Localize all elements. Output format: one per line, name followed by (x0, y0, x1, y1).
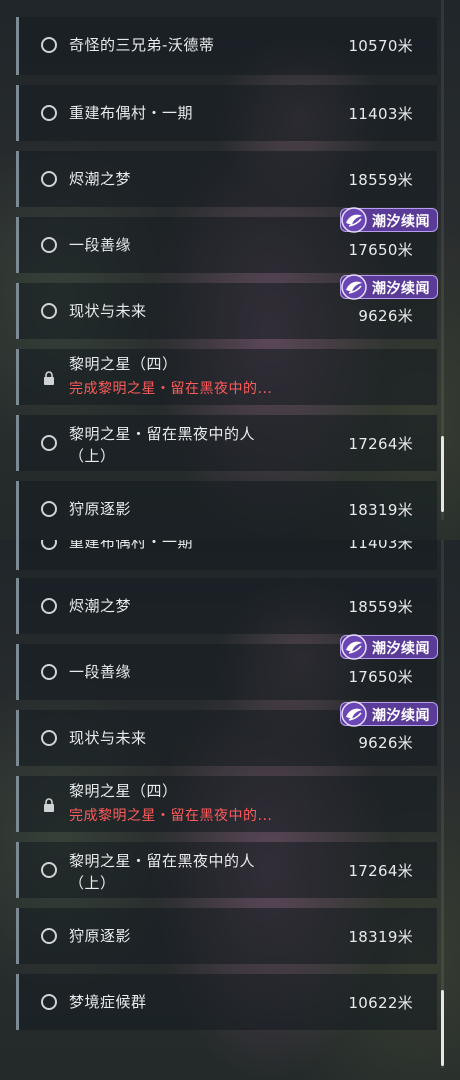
quest-row-locked[interactable]: 黎明之星（四） 完成黎明之星・留在黑夜中的... (16, 776, 437, 832)
quest-name: 一段善缘 (69, 236, 132, 254)
radio-circle-icon (41, 303, 57, 319)
radio-circle-icon (41, 598, 57, 614)
quest-list-panel-bottom: 重建布偶村・一期 11403米 烬潮之梦 18559米 一段善缘 17650米 … (0, 540, 460, 1080)
lock-icon (44, 798, 54, 812)
quest-name: 梦境症候群 (69, 993, 147, 1011)
tag-label: 潮汐续闻 (372, 281, 430, 297)
quest-name: 重建布偶村・一期 (69, 104, 194, 122)
quest-distance: 10570米 (348, 37, 413, 55)
quest-name: 现状与未来 (69, 729, 147, 747)
radio-circle-icon (41, 105, 57, 121)
quest-distance: 11403米 (348, 540, 413, 552)
quest-distance: 18319米 (348, 501, 413, 519)
radio-circle-icon (41, 171, 57, 187)
quest-name: 现状与未来 (69, 302, 147, 320)
tag-label: 潮汐续闻 (372, 708, 430, 724)
quest-distance: 18559米 (348, 171, 413, 189)
tidal-swirl-icon (341, 207, 367, 233)
scrollbar-thumb[interactable] (441, 436, 444, 512)
tag-label: 潮汐续闻 (372, 641, 430, 657)
quest-name: 黎明之星・留在黑夜中的人（上） (69, 425, 256, 465)
quest-distance: 18559米 (348, 598, 413, 616)
tidal-tag-badge: 潮汐续闻 (340, 274, 438, 300)
quest-distance: 17650米 (348, 241, 413, 259)
tidal-swirl-icon (341, 634, 367, 660)
radio-circle-icon (41, 540, 57, 550)
quest-name: 黎明之星（四） (69, 355, 178, 373)
quest-distance: 10622米 (348, 994, 413, 1012)
quest-name: 黎明之星（四） (69, 782, 178, 800)
unlock-requirement: 完成黎明之星・留在黑夜中的... (69, 381, 273, 397)
quest-name: 黎明之星・留在黑夜中的人（上） (69, 852, 256, 892)
quest-distance: 18319米 (348, 928, 413, 946)
quest-row[interactable]: 黎明之星・留在黑夜中的人（上） 17264米 (16, 842, 437, 898)
quest-name: 奇怪的三兄弟-沃德蒂 (69, 36, 215, 54)
quest-row-locked[interactable]: 黎明之星（四） 完成黎明之星・留在黑夜中的... (16, 349, 437, 405)
quest-name: 狩原逐影 (69, 500, 132, 518)
quest-row[interactable]: 梦境症候群 10622米 (16, 974, 437, 1030)
quest-name: 重建布偶村・一期 (69, 540, 194, 551)
tag-label: 潮汐续闻 (372, 214, 430, 230)
tidal-tag-badge: 潮汐续闻 (340, 701, 438, 727)
quest-distance: 17264米 (348, 435, 413, 453)
quest-row[interactable]: 狩原逐影 18319米 (16, 481, 437, 540)
tidal-swirl-icon (341, 274, 367, 300)
unlock-requirement: 完成黎明之星・留在黑夜中的... (69, 808, 273, 824)
radio-circle-icon (41, 37, 57, 53)
tidal-tag-badge: 潮汐续闻 (340, 207, 438, 233)
radio-circle-icon (41, 435, 57, 451)
scroll-track (441, 540, 444, 1068)
quest-distance: 17650米 (348, 668, 413, 686)
quest-row[interactable]: 黎明之星・留在黑夜中的人（上） 17264米 (16, 415, 437, 471)
quest-name: 狩原逐影 (69, 927, 132, 945)
quest-row[interactable]: 重建布偶村・一期 11403米 (16, 540, 437, 570)
scrollbar-thumb[interactable] (441, 990, 444, 1066)
quest-row[interactable]: 重建布偶村・一期 11403米 (16, 85, 437, 141)
radio-circle-icon (41, 730, 57, 746)
radio-circle-icon (41, 862, 57, 878)
radio-circle-icon (41, 237, 57, 253)
radio-circle-icon (41, 664, 57, 680)
quest-name: 一段善缘 (69, 663, 132, 681)
lock-icon (44, 371, 54, 385)
quest-name: 烬潮之梦 (69, 597, 132, 615)
radio-circle-icon (41, 994, 57, 1010)
quest-row[interactable]: 烬潮之梦 18559米 (16, 151, 437, 207)
quest-distance: 17264米 (348, 862, 413, 880)
radio-circle-icon (41, 501, 57, 517)
quest-row[interactable]: 烬潮之梦 18559米 (16, 578, 437, 634)
quest-name: 烬潮之梦 (69, 170, 132, 188)
quest-list-panel-top: 奇怪的三兄弟-沃德蒂 10570米 重建布偶村・一期 11403米 烬潮之梦 1… (0, 0, 460, 540)
quest-row[interactable]: 奇怪的三兄弟-沃德蒂 10570米 (16, 17, 437, 75)
tidal-swirl-icon (341, 701, 367, 727)
quest-row[interactable]: 狩原逐影 18319米 (16, 908, 437, 964)
radio-circle-icon (41, 928, 57, 944)
tidal-tag-badge: 潮汐续闻 (340, 634, 438, 660)
quest-distance: 9626米 (358, 734, 413, 752)
quest-distance: 11403米 (348, 105, 413, 123)
quest-distance: 9626米 (358, 307, 413, 325)
